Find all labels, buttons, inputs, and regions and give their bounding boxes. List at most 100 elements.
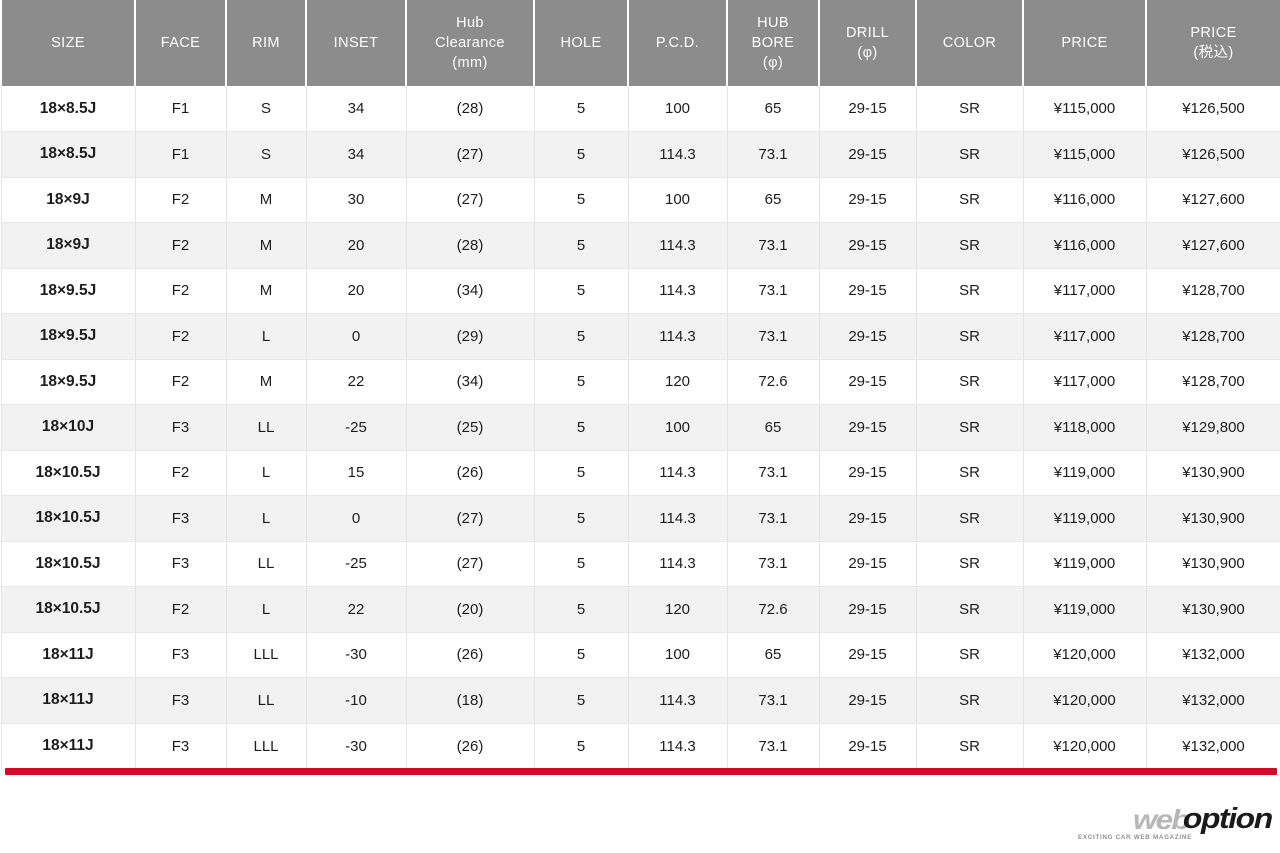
cell-drill: 29-15	[819, 177, 917, 223]
cell-price_tax: ¥130,900	[1146, 541, 1280, 587]
cell-hub_bore: 65	[727, 404, 820, 451]
cell-pcd: 120	[628, 586, 728, 633]
cell-color: SR	[916, 495, 1024, 542]
cell-inset: -30	[306, 723, 407, 769]
table-row[interactable]: 18×10.5J F2 L 15 (26) 5 114.3 73.1 29-15 SR ¥119,0…	[0, 450, 1280, 496]
column-header-rim[interactable]: RIM	[226, 0, 307, 87]
table-row[interactable]: 18×11J F3 LLL -30 (26) 5 100 65 29-15 SR ¥120,000 ¥…	[0, 632, 1280, 678]
cell-price_tax: ¥128,700	[1146, 268, 1280, 314]
cell-rim: L	[226, 313, 307, 360]
cell-price_tax: ¥128,700	[1146, 313, 1280, 360]
spec-table-page: SIZE FACE RIM INSET Hub Clearance (mm) HOLE P.C.…	[0, 0, 1280, 853]
cell-price_tax: ¥132,000	[1146, 723, 1280, 769]
table-row[interactable]: 18×9J F2 M 30 (27) 5 100 65 29-15 SR ¥116,000 ¥127,…	[0, 177, 1280, 223]
cell-hub_clearance: (26)	[406, 632, 535, 678]
cell-drill: 29-15	[819, 450, 917, 496]
table-row[interactable]: 18×11J F3 LLL -30 (26) 5 114.3 73.1 29-15 SR ¥120,…	[0, 723, 1280, 769]
column-header-price[interactable]: PRICE	[1023, 0, 1147, 87]
cell-hub_clearance: (18)	[406, 677, 535, 724]
cell-hole: 5	[534, 541, 629, 587]
cell-inset: 30	[306, 177, 407, 223]
cell-hub_clearance: (27)	[406, 131, 535, 178]
table-row[interactable]: 18×8.5J F1 S 34 (28) 5 100 65 29-15 SR ¥115,000 ¥12…	[0, 86, 1280, 132]
cell-face: F2	[135, 222, 227, 269]
logo-option-text: option	[1183, 803, 1273, 835]
cell-hub_clearance: (20)	[406, 586, 535, 633]
cell-face: F2	[135, 177, 227, 223]
table-row[interactable]: 18×10.5J F2 L 22 (20) 5 120 72.6 29-15 SR ¥119,000…	[0, 586, 1280, 633]
column-header-inset[interactable]: INSET	[306, 0, 407, 87]
cell-color: SR	[916, 541, 1024, 587]
column-header-hub_clearance[interactable]: Hub Clearance (mm)	[406, 0, 535, 87]
cell-drill: 29-15	[819, 359, 917, 405]
cell-rim: LL	[226, 404, 307, 451]
table-row[interactable]: 18×9.5J F2 M 20 (34) 5 114.3 73.1 29-15 SR ¥117,00…	[0, 268, 1280, 314]
cell-hole: 5	[534, 222, 629, 269]
table-row[interactable]: 18×10.5J F3 L 0 (27) 5 114.3 73.1 29-15 SR ¥119,00…	[0, 495, 1280, 542]
cell-color: SR	[916, 586, 1024, 633]
table-row[interactable]: 18×10.5J F3 LL -25 (27) 5 114.3 73.1 29-15 SR ¥119…	[0, 541, 1280, 587]
column-header-drill[interactable]: DRILL (φ)	[819, 0, 917, 87]
cell-size: 18×9.5J	[0, 313, 136, 360]
column-header-pcd[interactable]: P.C.D.	[628, 0, 728, 87]
table-body: 18×8.5J F1 S 34 (28) 5 100 65 29-15 SR ¥115,000 ¥12…	[0, 86, 1280, 769]
cell-size: 18×10.5J	[0, 586, 136, 633]
logo-web-text: web	[1132, 804, 1190, 835]
column-header-line: (φ)	[762, 54, 784, 71]
column-header-line: INSET	[333, 34, 379, 51]
cell-rim: L	[226, 495, 307, 542]
column-header-price_tax[interactable]: PRICE (税込)	[1146, 0, 1280, 87]
cell-rim: LL	[226, 677, 307, 724]
cell-price_tax: ¥127,600	[1146, 222, 1280, 269]
cell-drill: 29-15	[819, 632, 917, 678]
column-header-face[interactable]: FACE	[135, 0, 227, 87]
cell-face: F2	[135, 450, 227, 496]
cell-price: ¥118,000	[1023, 404, 1147, 451]
cell-face: F3	[135, 677, 227, 724]
cell-rim: L	[226, 450, 307, 496]
table-row[interactable]: 18×8.5J F1 S 34 (27) 5 114.3 73.1 29-15 SR ¥115,00…	[0, 131, 1280, 178]
cell-size: 18×9J	[0, 222, 136, 269]
cell-hub_bore: 65	[727, 86, 820, 132]
column-header-size[interactable]: SIZE	[0, 0, 136, 87]
table-row[interactable]: 18×10J F3 LL -25 (25) 5 100 65 29-15 SR ¥118,000 ¥1…	[0, 404, 1280, 451]
cell-inset: 20	[306, 268, 407, 314]
cell-color: SR	[916, 632, 1024, 678]
cell-price: ¥117,000	[1023, 313, 1147, 360]
cell-hub_clearance: (25)	[406, 404, 535, 451]
cell-inset: 22	[306, 586, 407, 633]
cell-price_tax: ¥126,500	[1146, 86, 1280, 132]
cell-face: F1	[135, 131, 227, 178]
cell-hole: 5	[534, 677, 629, 724]
cell-price: ¥119,000	[1023, 541, 1147, 587]
cell-color: SR	[916, 86, 1024, 132]
cell-inset: 34	[306, 131, 407, 178]
column-header-line: SIZE	[51, 34, 85, 51]
column-header-color[interactable]: COLOR	[916, 0, 1024, 87]
cell-color: SR	[916, 177, 1024, 223]
cell-price: ¥116,000	[1023, 222, 1147, 269]
cell-rim: S	[226, 86, 307, 132]
column-header-line: FACE	[160, 34, 201, 51]
column-header-hub_bore[interactable]: HUB BORE (φ)	[727, 0, 820, 87]
table-row[interactable]: 18×9J F2 M 20 (28) 5 114.3 73.1 29-15 SR ¥116,000 ¥…	[0, 222, 1280, 269]
web-option-logo[interactable]: web option EXCITING CAR WEB MAGAZINE	[1072, 803, 1273, 847]
cell-hole: 5	[534, 313, 629, 360]
cell-rim: S	[226, 131, 307, 178]
cell-color: SR	[916, 313, 1024, 360]
cell-pcd: 114.3	[628, 723, 728, 769]
cell-color: SR	[916, 723, 1024, 769]
column-header-line: HUB	[757, 14, 789, 31]
cell-price_tax: ¥130,900	[1146, 586, 1280, 633]
cell-hub_bore: 72.6	[727, 586, 820, 633]
cell-color: SR	[916, 359, 1024, 405]
table-row[interactable]: 18×9.5J F2 L 0 (29) 5 114.3 73.1 29-15 SR ¥117,000…	[0, 313, 1280, 360]
cell-color: SR	[916, 222, 1024, 269]
cell-inset: -10	[306, 677, 407, 724]
cell-pcd: 100	[628, 632, 728, 678]
column-header-hole[interactable]: HOLE	[534, 0, 629, 87]
cell-price_tax: ¥129,800	[1146, 404, 1280, 451]
table-row[interactable]: 18×9.5J F2 M 22 (34) 5 120 72.6 29-15 SR ¥117,000 ¥…	[0, 359, 1280, 405]
cell-inset: 15	[306, 450, 407, 496]
table-row[interactable]: 18×11J F3 LL -10 (18) 5 114.3 73.1 29-15 SR ¥120,0…	[0, 677, 1280, 724]
